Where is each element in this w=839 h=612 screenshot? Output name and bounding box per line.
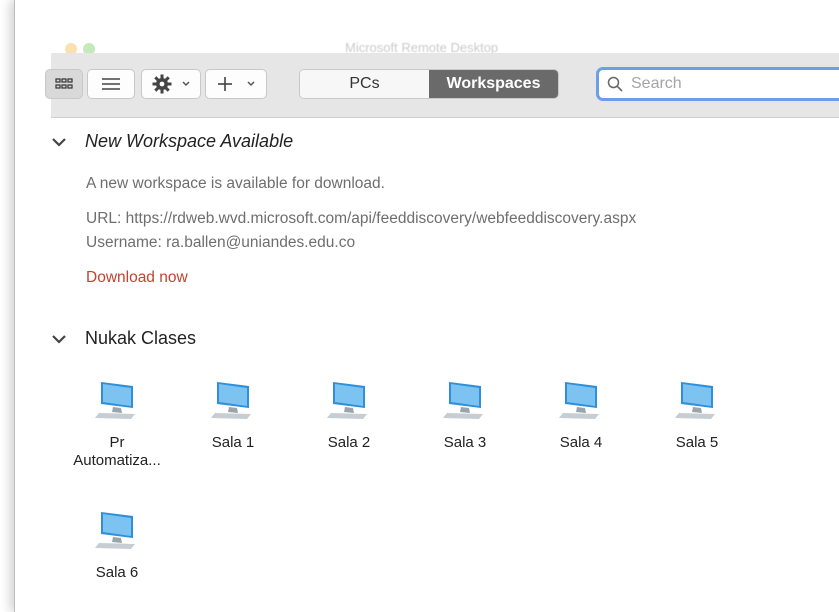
pc-name: Sala 3 [443,434,487,451]
search-input[interactable] [629,74,833,94]
pc-name: Pr Automatiza... [73,434,161,469]
tab-pcs[interactable]: PCs [300,70,429,98]
search-field[interactable] [596,67,839,101]
search-icon [607,76,623,92]
workspace-url: URL: https://rdweb.wvd.microsoft.com/api… [86,210,637,227]
pc-tile[interactable]: Sala 5 [647,378,747,452]
computer-icon [95,382,135,419]
pc-name: Sala 1 [211,434,255,451]
plus-icon [218,77,232,91]
grid-view-icon [55,78,73,89]
new-workspace-header[interactable]: New Workspace Available [51,131,293,152]
pc-tile[interactable]: Sala 4 [531,378,631,452]
pc-tile[interactable]: Sala 2 [299,378,399,452]
new-workspace-description: A new workspace is available for downloa… [86,175,385,192]
computer-icon [559,382,599,419]
app-window: Microsoft Remote Desktop PCs Workspaces … [14,0,839,612]
settings-menu-button[interactable] [141,69,201,99]
chevron-down-icon[interactable] [51,137,75,147]
pc-name: Sala 2 [327,434,371,451]
tab-workspaces[interactable]: Workspaces [429,70,558,98]
chevron-down-icon[interactable] [51,334,75,344]
chevron-down-icon [247,81,255,87]
pc-tile[interactable]: Sala 1 [183,378,283,452]
workspace-group-header[interactable]: Nukak Clases [51,328,196,349]
pc-name: Sala 5 [675,434,719,451]
pc-tile[interactable]: Sala 3 [415,378,515,452]
view-segmented-control: PCs Workspaces [299,69,559,99]
pc-name: Sala 6 [95,564,139,581]
computer-icon [95,512,135,549]
pc-name: Sala 4 [559,434,603,451]
workspace-group-title: Nukak Clases [85,328,197,348]
pc-tile[interactable]: Sala 6 [67,508,167,582]
list-view-icon [102,78,120,90]
grid-view-button[interactable] [45,69,83,99]
list-view-button[interactable] [87,69,135,99]
pc-tile[interactable]: Pr Automatiza... [67,378,167,470]
toolbar: PCs Workspaces [45,53,839,118]
computer-icon [675,382,715,419]
workspace-username: Username: ra.ballen@uniandes.edu.co [86,234,356,251]
chevron-down-icon [182,81,190,87]
computer-icon [327,382,367,419]
add-menu-button[interactable] [205,69,267,99]
download-now-link[interactable]: Download now [86,269,188,287]
computer-icon [443,382,483,419]
computer-icon [211,382,251,419]
new-workspace-title: New Workspace Available [85,131,294,151]
gear-icon [152,74,172,94]
